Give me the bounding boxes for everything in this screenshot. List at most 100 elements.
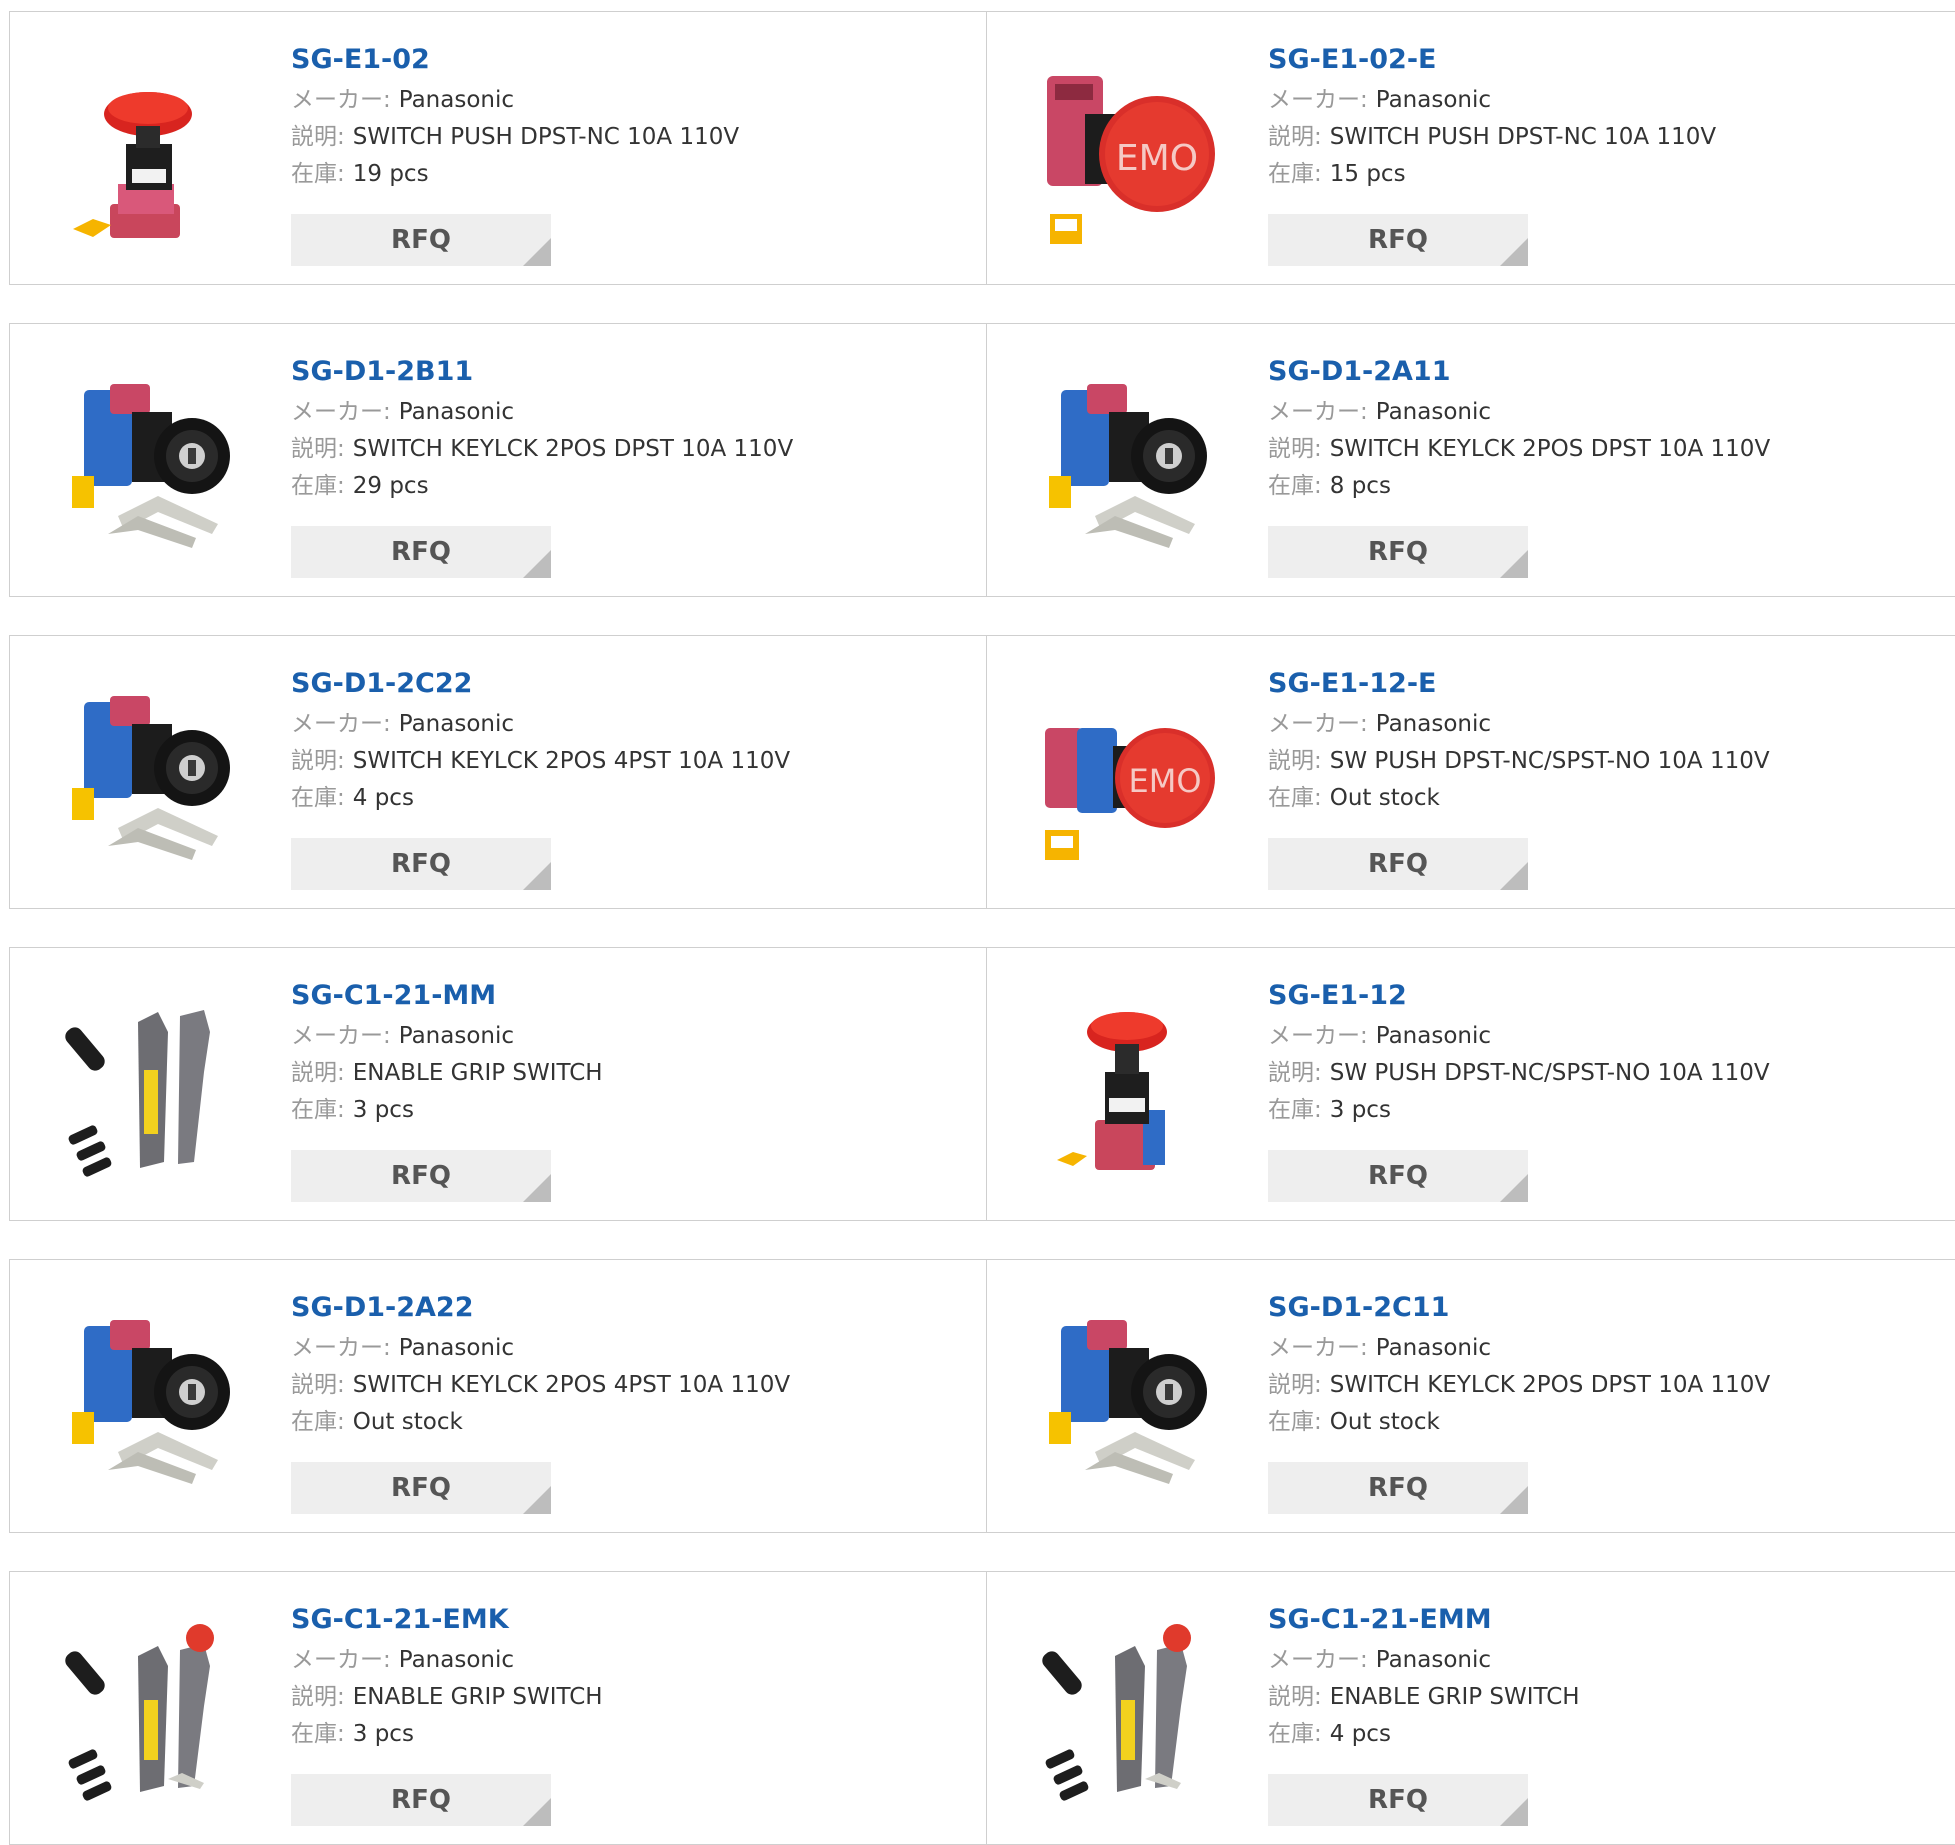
- maker-line: メーカー: Panasonic: [1268, 706, 1928, 743]
- product-image-link[interactable]: EMO: [1025, 668, 1235, 878]
- description-line: 説明: SWITCH KEYLCK 2POS 4PST 10A 110V: [291, 743, 951, 780]
- stock-line: 在庫: 19 pcs: [291, 156, 951, 193]
- product-row: SG-D1-2C22 メーカー: Panasonic 説明: SWITCH KEYL…: [9, 635, 1955, 909]
- rfq-label: RFQ: [1368, 1161, 1428, 1191]
- rfq-label: RFQ: [391, 1785, 451, 1815]
- maker-label: メーカー:: [1268, 87, 1368, 113]
- rfq-label: RFQ: [1368, 537, 1428, 567]
- emergency-stop-red-base-icon: [73, 92, 192, 238]
- part-number-link[interactable]: SG-D1-2C22: [291, 666, 951, 702]
- description-label: 説明:: [291, 1060, 345, 1086]
- corner-fold-icon: [523, 550, 551, 578]
- description-label: 説明:: [291, 1684, 345, 1710]
- maker-label: メーカー:: [291, 87, 391, 113]
- rfq-button[interactable]: RFQ: [1268, 1150, 1528, 1202]
- part-number-link[interactable]: SG-E1-12-E: [1268, 666, 1928, 702]
- description-label: 説明:: [291, 1372, 345, 1398]
- product-image-link[interactable]: [48, 1292, 258, 1502]
- description-line: 説明: ENABLE GRIP SWITCH: [291, 1679, 951, 1716]
- description-label: 説明:: [1268, 748, 1322, 774]
- part-number-link[interactable]: SG-D1-2C11: [1268, 1290, 1928, 1326]
- description-value: SWITCH KEYLCK 2POS DPST 10A 110V: [1329, 436, 1771, 462]
- corner-fold-icon: [1500, 550, 1528, 578]
- stock-value: 3 pcs: [352, 1721, 414, 1747]
- stock-line: 在庫: Out stock: [1268, 780, 1928, 817]
- maker-line: メーカー: Panasonic: [1268, 1018, 1928, 1055]
- stock-line: 在庫: 8 pcs: [1268, 468, 1928, 505]
- product-image-link[interactable]: [48, 1604, 258, 1814]
- product-card: SG-C1-21-EMM メーカー: Panasonic 説明: ENABLE GR…: [987, 1572, 1955, 1844]
- rfq-button[interactable]: RFQ: [1268, 1462, 1528, 1514]
- description-label: 説明:: [291, 436, 345, 462]
- stock-line: 在庫: 3 pcs: [291, 1092, 951, 1129]
- product-image-link[interactable]: [48, 356, 258, 566]
- corner-fold-icon: [1500, 1486, 1528, 1514]
- corner-fold-icon: [1500, 1798, 1528, 1826]
- product-info: SG-D1-2A11 メーカー: Panasonic 説明: SWITCH KEYL…: [1268, 354, 1928, 505]
- product-image-link[interactable]: [48, 668, 258, 878]
- rfq-button[interactable]: RFQ: [1268, 214, 1528, 266]
- stock-line: 在庫: 4 pcs: [1268, 1716, 1928, 1753]
- corner-fold-icon: [1500, 238, 1528, 266]
- product-row: SG-C1-21-MM メーカー: Panasonic 説明: ENABLE GRI…: [9, 947, 1955, 1221]
- product-card: SG-C1-21-MM メーカー: Panasonic 説明: ENABLE GRI…: [10, 948, 987, 1220]
- product-card: SG-D1-2B11 メーカー: Panasonic 説明: SWITCH KEYL…: [10, 324, 987, 596]
- product-card: SG-D1-2A11 メーカー: Panasonic 説明: SWITCH KEYL…: [987, 324, 1955, 596]
- enable-grip-estop-icon: [65, 1624, 214, 1801]
- stock-value: 19 pcs: [352, 161, 429, 187]
- product-image-link[interactable]: [48, 980, 258, 1190]
- product-image-link[interactable]: [1025, 1604, 1235, 1814]
- maker-value: Panasonic: [1375, 711, 1492, 737]
- stock-line: 在庫: 3 pcs: [291, 1716, 951, 1753]
- maker-label: メーカー:: [291, 1647, 391, 1673]
- product-image-link[interactable]: [1025, 1292, 1235, 1502]
- maker-line: メーカー: Panasonic: [1268, 1330, 1928, 1367]
- rfq-button[interactable]: RFQ: [1268, 1774, 1528, 1826]
- description-label: 説明:: [291, 748, 345, 774]
- part-number-link[interactable]: SG-C1-21-MM: [291, 978, 951, 1014]
- stock-value: 4 pcs: [352, 785, 414, 811]
- rfq-button[interactable]: RFQ: [291, 1462, 551, 1514]
- part-number-link[interactable]: SG-C1-21-EMM: [1268, 1602, 1928, 1638]
- rfq-button[interactable]: RFQ: [291, 838, 551, 890]
- product-card: SG-D1-2A22 メーカー: Panasonic 説明: SWITCH KEYL…: [10, 1260, 987, 1532]
- description-value: SWITCH KEYLCK 2POS 4PST 10A 110V: [352, 748, 791, 774]
- rfq-button[interactable]: RFQ: [291, 1150, 551, 1202]
- stock-label: 在庫:: [1268, 1097, 1322, 1123]
- description-label: 説明:: [1268, 1060, 1322, 1086]
- part-number-link[interactable]: SG-E1-12: [1268, 978, 1928, 1014]
- part-number-link[interactable]: SG-D1-2A22: [291, 1290, 951, 1326]
- product-image-link[interactable]: [48, 44, 258, 254]
- maker-line: メーカー: Panasonic: [291, 1018, 951, 1055]
- part-number-link[interactable]: SG-D1-2B11: [291, 354, 951, 390]
- product-row: SG-D1-2B11 メーカー: Panasonic 説明: SWITCH KEYL…: [9, 323, 1955, 597]
- stock-value: Out stock: [1329, 785, 1440, 811]
- description-value: SWITCH KEYLCK 2POS 4PST 10A 110V: [352, 1372, 791, 1398]
- key-switch-blue-icon: [72, 384, 230, 548]
- stock-label: 在庫:: [1268, 161, 1322, 187]
- maker-value: Panasonic: [1375, 1023, 1492, 1049]
- part-number-link[interactable]: SG-E1-02: [291, 42, 951, 78]
- rfq-button[interactable]: RFQ: [291, 214, 551, 266]
- product-image-link[interactable]: [1025, 356, 1235, 566]
- description-value: SWITCH KEYLCK 2POS DPST 10A 110V: [1329, 1372, 1771, 1398]
- maker-label: メーカー:: [1268, 399, 1368, 425]
- product-image-link[interactable]: EMO: [1025, 44, 1235, 254]
- rfq-button[interactable]: RFQ: [1268, 526, 1528, 578]
- description-value: SWITCH KEYLCK 2POS DPST 10A 110V: [352, 436, 794, 462]
- rfq-button[interactable]: RFQ: [291, 1774, 551, 1826]
- maker-value: Panasonic: [398, 1023, 515, 1049]
- description-line: 説明: SWITCH KEYLCK 2POS DPST 10A 110V: [1268, 1367, 1928, 1404]
- part-number-link[interactable]: SG-C1-21-EMK: [291, 1602, 951, 1638]
- rfq-button[interactable]: RFQ: [291, 526, 551, 578]
- stock-line: 在庫: Out stock: [291, 1404, 951, 1441]
- part-number-link[interactable]: SG-E1-02-E: [1268, 42, 1928, 78]
- maker-value: Panasonic: [398, 711, 515, 737]
- rfq-label: RFQ: [1368, 1473, 1428, 1503]
- part-number-link[interactable]: SG-D1-2A11: [1268, 354, 1928, 390]
- product-image-link[interactable]: [1025, 980, 1235, 1190]
- description-line: 説明: SW PUSH DPST-NC/SPST-NO 10A 110V: [1268, 1055, 1928, 1092]
- rfq-button[interactable]: RFQ: [1268, 838, 1528, 890]
- rfq-label: RFQ: [1368, 849, 1428, 879]
- product-card: SG-E1-02 メーカー: Panasonic 説明: SWITCH PUSH D…: [10, 12, 987, 284]
